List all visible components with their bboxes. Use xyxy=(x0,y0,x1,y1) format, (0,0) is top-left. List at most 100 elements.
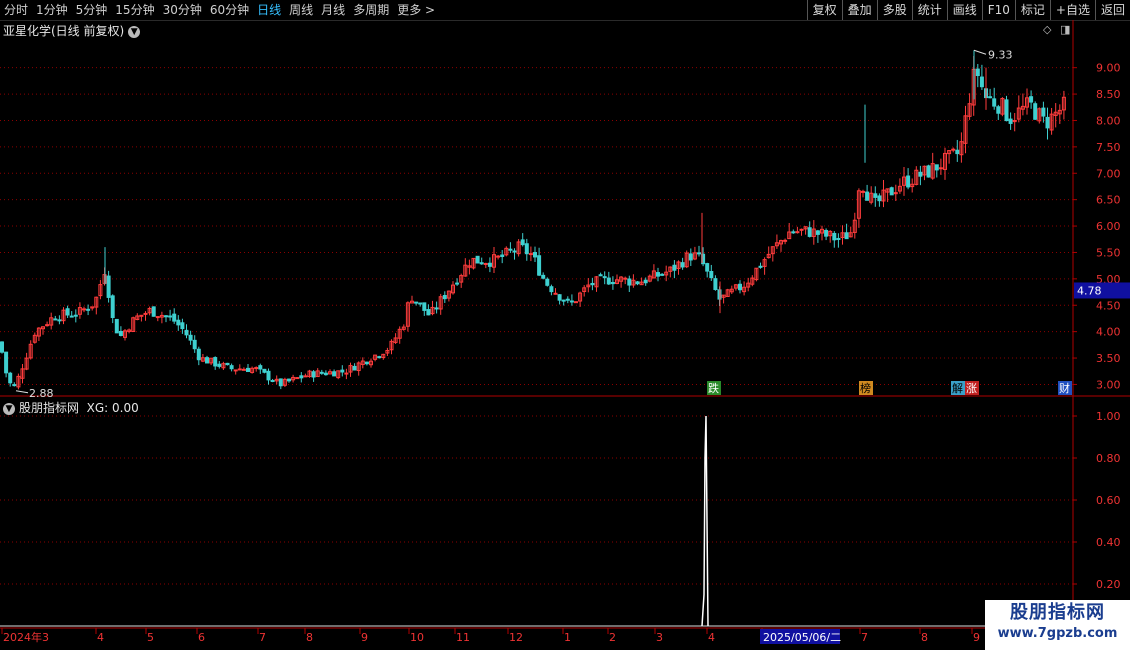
candle-body xyxy=(1016,107,1021,120)
price-axis: 9.00 8.50 8.00 7.50 7.00 6.50 6.00 5.50 5.00 4.50… xyxy=(1073,62,1130,391)
high-label: 9.33 xyxy=(988,48,1013,61)
tool-button[interactable]: 画线 xyxy=(946,0,982,20)
tool-button[interactable]: 返回 xyxy=(1094,0,1130,20)
candle-body xyxy=(926,165,931,178)
candle-body xyxy=(856,190,861,219)
tool-button[interactable]: 标记 xyxy=(1014,0,1050,20)
candle-body xyxy=(721,294,726,298)
candle-body xyxy=(455,282,460,285)
candle-body xyxy=(647,275,652,282)
tool-buttons: 复权 叠加 多股 统计 画线 F10 标记 +自选 返回 xyxy=(806,0,1130,20)
period-tab[interactable]: 1分钟 xyxy=(32,0,72,20)
candle-body xyxy=(619,276,624,282)
candle-body xyxy=(241,368,246,371)
candle-body xyxy=(373,354,378,360)
candle-body xyxy=(606,277,611,285)
candle-body xyxy=(442,294,447,300)
chevron-down-icon[interactable]: ▼ xyxy=(128,25,141,38)
tool-button[interactable]: F10 xyxy=(981,0,1015,20)
candle-body xyxy=(1041,107,1046,117)
current-price-label: 4.78 xyxy=(1077,284,1102,297)
period-tab[interactable]: 分时 xyxy=(0,0,32,20)
candle-body xyxy=(364,361,369,365)
period-tab[interactable]: 周线 xyxy=(285,0,317,20)
candle-body xyxy=(811,228,816,237)
date-label: 9 xyxy=(973,631,980,644)
stock-title[interactable]: 亚星化学(日线 前复权) ▼ xyxy=(3,22,141,39)
candle-body xyxy=(94,296,99,308)
period-tab[interactable]: 多周期 xyxy=(349,0,393,20)
candle-body xyxy=(524,243,529,255)
diamond-icon[interactable]: ◇ xyxy=(1043,23,1051,36)
tool-button[interactable]: 多股 xyxy=(876,0,912,20)
candle-body xyxy=(893,192,898,195)
period-tab[interactable]: 月线 xyxy=(317,0,349,20)
stock-title-text: 亚星化学(日线 前复权) xyxy=(3,24,125,38)
candle-body xyxy=(832,232,837,241)
candle-body xyxy=(463,264,468,277)
period-tab[interactable]: 60分钟 xyxy=(206,0,253,20)
candle-body xyxy=(881,189,886,202)
y-tick-label: 4.00 xyxy=(1096,326,1121,339)
candle-body xyxy=(713,278,718,290)
candle-body xyxy=(172,313,177,322)
indicator-title[interactable]: ▼ 股朋指标网 XG: 0.00 xyxy=(3,399,139,416)
candle-body xyxy=(979,76,984,88)
y-tick-label: 0.20 xyxy=(1096,578,1121,591)
candle-body xyxy=(118,330,123,336)
candle-body xyxy=(1029,96,1034,103)
candle-body xyxy=(770,246,775,255)
candle-body xyxy=(971,68,976,106)
candle-body xyxy=(348,365,353,373)
tool-button[interactable]: +自选 xyxy=(1049,0,1095,20)
candle-body xyxy=(549,286,554,293)
candle-body xyxy=(836,237,841,240)
candle-body xyxy=(192,339,197,350)
candle-body xyxy=(65,308,70,316)
candle-body xyxy=(807,227,812,237)
period-tab[interactable]: 日线 xyxy=(253,0,285,20)
event-tag-label: 解 xyxy=(952,381,963,395)
panel-toggle-icon[interactable]: ◨ xyxy=(1060,23,1070,36)
date-label: 3 xyxy=(656,631,663,644)
period-tab[interactable]: 5分钟 xyxy=(72,0,112,20)
tool-button[interactable]: 叠加 xyxy=(841,0,877,20)
chevron-down-icon[interactable]: ▼ xyxy=(3,402,15,415)
candle-body xyxy=(377,356,382,359)
period-tab[interactable]: 30分钟 xyxy=(159,0,206,20)
date-label: 1 xyxy=(564,631,571,644)
candle-body xyxy=(541,274,546,279)
candle-body xyxy=(401,326,406,330)
candle-body xyxy=(569,300,574,303)
candles: 9.33 2.88 跌 榜 解涨 财 xyxy=(0,48,1072,400)
candle-body xyxy=(795,231,800,234)
period-tab[interactable]: 15分钟 xyxy=(111,0,158,20)
candle-body xyxy=(656,272,660,277)
top-toolbar: 分时 1分钟 5分钟 15分钟 30分钟 60分钟 日线 周线 月线 多周期 更多 > 复权 叠加 多股… xyxy=(0,0,1130,21)
candle-body xyxy=(291,376,296,381)
candle-body xyxy=(889,187,894,196)
candle-body xyxy=(934,164,939,171)
candle-body xyxy=(508,248,513,251)
candle-body xyxy=(209,357,214,364)
candle-body xyxy=(557,294,562,301)
period-tab[interactable]: 更多 > xyxy=(393,0,439,20)
candle-body xyxy=(852,219,857,233)
candle-body xyxy=(565,298,570,301)
candle-body xyxy=(1061,96,1066,111)
candle-body xyxy=(61,309,66,322)
tool-button[interactable]: 复权 xyxy=(806,0,842,20)
candle-body xyxy=(766,253,771,259)
indicator-value: XG: 0.00 xyxy=(86,401,139,415)
tool-button[interactable]: 统计 xyxy=(911,0,947,20)
candle-body xyxy=(4,351,9,374)
candle-body xyxy=(49,317,54,326)
candle-body xyxy=(127,329,132,332)
candle-body xyxy=(143,312,148,315)
candle-body xyxy=(733,284,738,289)
candle-body xyxy=(1057,109,1062,115)
candle-body xyxy=(237,368,242,371)
candle-body xyxy=(282,378,287,386)
candle-body xyxy=(590,282,595,286)
candle-body xyxy=(131,317,136,333)
